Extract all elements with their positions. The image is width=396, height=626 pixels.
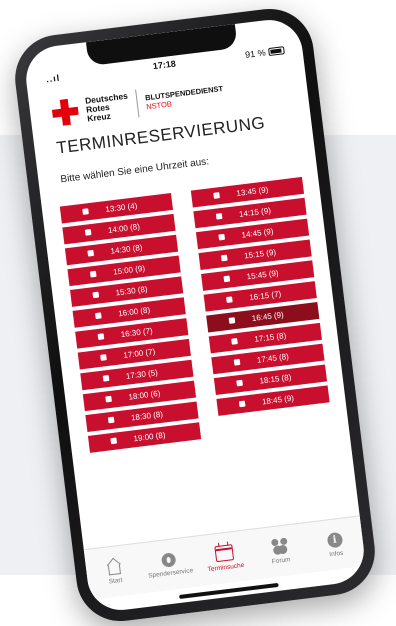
org-name: Deutsches Rotes Kreuz — [84, 90, 131, 123]
checkbox-icon — [82, 208, 89, 215]
tab-label: Spenderservice — [147, 567, 194, 580]
checkbox-icon — [100, 354, 107, 361]
time-slot-label: 18:45 (9) — [261, 393, 295, 407]
time-slot-label: 18:30 (8) — [130, 409, 164, 423]
checkbox-icon — [107, 416, 115, 424]
tab-label: Terminsuche — [207, 561, 245, 574]
checkbox-icon — [84, 229, 92, 236]
checkbox-icon — [110, 437, 118, 445]
time-slot-label: 14:15 (9) — [238, 206, 272, 219]
checkbox-icon — [236, 379, 243, 387]
checkbox-icon — [226, 296, 233, 304]
checkbox-icon — [223, 275, 231, 283]
tab-label: Start — [108, 576, 123, 586]
time-slot-label: 19:00 (8) — [133, 430, 166, 444]
tab-infos[interactable]: i Infos — [307, 529, 364, 560]
checkbox-icon — [231, 338, 238, 345]
info-icon: i — [326, 531, 343, 549]
checkbox-icon — [89, 270, 97, 278]
checkbox-icon — [92, 291, 100, 299]
time-slot-label: 15:45 (9) — [246, 268, 280, 282]
time-slot-label: 14:00 (8) — [107, 222, 141, 235]
checkbox-icon — [87, 249, 95, 257]
checkbox-icon — [102, 374, 110, 382]
battery-icon — [268, 46, 285, 57]
page-subtitle: Bitte wählen Sie eine Uhrzeit aus: — [59, 156, 210, 186]
time-slot-label: 15:15 (9) — [243, 247, 277, 261]
checkbox-icon — [220, 254, 228, 262]
tab-start[interactable]: Start — [86, 556, 143, 588]
checkbox-icon — [97, 333, 105, 340]
checkbox-icon — [233, 358, 241, 366]
time-slot-label: 15:30 (8) — [115, 284, 149, 298]
time-slot-label: 14:45 (9) — [241, 226, 274, 240]
tab-forum[interactable]: Forum — [252, 535, 309, 567]
header-divider — [135, 89, 140, 118]
people-icon — [270, 537, 290, 555]
checkbox-icon — [218, 233, 226, 241]
time-slot-column-right: 13:45 (9) 14:15 (9) 14:45 (9) 15:15 (9) 15:4… — [190, 176, 332, 437]
time-slot-label: 14:30 (8) — [110, 242, 143, 256]
battery-indicator: 91 % — [245, 45, 285, 60]
tab-label: Forum — [271, 556, 291, 566]
checkbox-icon — [215, 212, 223, 220]
time-slot-label: 16:15 (7) — [248, 289, 282, 303]
checkbox-icon — [228, 317, 236, 324]
drop-icon — [161, 552, 177, 568]
checkbox-icon — [213, 192, 220, 199]
tab-label: Infos — [328, 549, 344, 558]
calendar-icon — [214, 544, 235, 563]
battery-percent: 91 % — [244, 47, 267, 60]
time-slot-label: 16:30 (7) — [120, 326, 154, 340]
time-slot-label: 16:45 (9) — [251, 310, 285, 324]
time-slot-label: 17:15 (8) — [253, 331, 287, 344]
tab-spenderservice[interactable]: Spenderservice — [141, 550, 198, 580]
checkbox-icon — [238, 400, 246, 408]
home-icon — [104, 558, 124, 576]
time-slot-label: 16:00 (8) — [117, 305, 151, 319]
red-cross-logo-icon — [51, 98, 80, 127]
checkbox-icon — [95, 312, 102, 320]
service-name: BLUTSPENDEDIENST NSTOB — [145, 84, 225, 111]
time-slot-grid: 13:30 (4) 14:00 (8) 14:30 (8) 15:00 (9) 15:3… — [59, 176, 332, 453]
time-slot-label: 15:00 (9) — [112, 263, 146, 277]
time-slot-label: 13:30 (4) — [104, 201, 138, 215]
time-slot-column-left: 13:30 (4) 14:00 (8) 14:30 (8) 15:00 (9) 15:3… — [59, 193, 202, 453]
checkbox-icon — [105, 395, 112, 403]
time-slot-label: 17:30 (5) — [125, 368, 159, 381]
time-slot-label: 13:45 (9) — [235, 185, 269, 199]
time-slot-label: 18:15 (8) — [258, 372, 292, 386]
time-slot-label: 18:00 (6) — [127, 388, 161, 402]
tab-terminsuche[interactable]: Terminsuche — [196, 542, 253, 574]
time-slot-label: 17:45 (8) — [256, 351, 290, 365]
time-slot-label: 17:00 (7) — [122, 347, 156, 360]
